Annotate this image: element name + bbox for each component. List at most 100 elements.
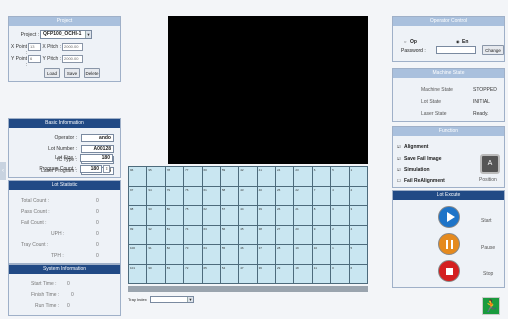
tray-cell[interactable]: 3 [348, 205, 368, 226]
tray-cell[interactable]: 29 [274, 263, 295, 284]
tray-cell[interactable]: 25 [274, 185, 295, 206]
program-count-stepper[interactable]: ⇕ [103, 165, 110, 173]
tray-cell[interactable]: 23 [293, 166, 313, 187]
pause-button[interactable] [438, 233, 460, 255]
tray-scrollbar[interactable] [128, 286, 368, 292]
tray-cell[interactable]: 3 [330, 205, 350, 226]
tray-cell[interactable]: 20 [293, 224, 313, 245]
tray-cell[interactable]: 8 [311, 205, 332, 226]
tray-cell[interactable]: 80 [164, 205, 185, 226]
tray-cell[interactable]: 22 [293, 185, 313, 206]
tray-cell[interactable]: 9 [311, 224, 332, 245]
change-button[interactable]: Change [482, 45, 504, 55]
tray-cell[interactable]: 44 [238, 205, 258, 226]
tray-cell[interactable]: 75 [183, 205, 203, 226]
tray-cell[interactable]: 99 [127, 224, 148, 245]
tray-cell[interactable]: 64 [201, 244, 221, 265]
tray-cell[interactable]: 6 [348, 263, 368, 284]
tray-cell[interactable]: 94 [146, 185, 166, 206]
tray-cell[interactable]: 38 [256, 224, 277, 245]
tray-cell[interactable]: 97 [127, 185, 148, 206]
tray-cell[interactable]: 28 [274, 244, 295, 265]
chevron-down-icon[interactable]: ▼ [85, 31, 91, 38]
tray-cell[interactable]: 59 [219, 166, 240, 187]
tray-cell[interactable]: 40 [256, 185, 277, 206]
tray-cell[interactable]: 6 [311, 166, 332, 187]
alignment-checkbox[interactable]: ☑ [397, 144, 401, 149]
tray-cell[interactable]: 18 [293, 263, 313, 284]
tray-cell[interactable]: 61 [201, 185, 221, 206]
tray-cell[interactable]: 56 [219, 224, 240, 245]
tray-cell[interactable]: 93 [146, 205, 166, 226]
tray-cell[interactable]: 4 [348, 224, 368, 245]
password-input[interactable] [436, 46, 476, 54]
operator-field[interactable]: ando [81, 134, 114, 142]
tray-cell[interactable]: 5 [330, 166, 350, 187]
tray-cell[interactable]: 82 [164, 244, 185, 265]
tray-cell[interactable]: 81 [164, 224, 185, 245]
tray-index-select[interactable]: ▼ [150, 296, 194, 303]
tray-cell[interactable]: 39 [256, 205, 277, 226]
tray-cell[interactable]: 42 [238, 166, 258, 187]
collapse-arrow-icon[interactable]: ‹ [0, 162, 6, 180]
tray-cell[interactable]: 96 [127, 166, 148, 187]
tray-cell[interactable]: 21 [293, 205, 313, 226]
tray-cell[interactable]: 2 [348, 185, 368, 206]
tray-cell[interactable]: 36 [256, 263, 277, 284]
save-button[interactable]: Save [64, 68, 80, 78]
tray-cell[interactable]: 100 [127, 244, 148, 265]
tray-cell[interactable]: 73 [183, 244, 203, 265]
load-button[interactable]: Load [44, 68, 60, 78]
position-button[interactable]: A [480, 154, 500, 174]
tray-cell[interactable]: 5 [348, 244, 368, 265]
tray-cell[interactable]: 27 [274, 224, 295, 245]
exit-button[interactable]: 🏃 [482, 297, 500, 315]
tray-cell[interactable]: 79 [164, 185, 185, 206]
op-radio[interactable]: ○ [404, 39, 406, 44]
tray-cell[interactable]: 77 [183, 166, 203, 187]
tray-cell[interactable]: 101 [127, 263, 148, 284]
tray-cell[interactable]: 98 [127, 205, 148, 226]
stop-button[interactable] [438, 260, 460, 282]
tray-cell[interactable]: 72 [183, 263, 203, 284]
tray-cell[interactable]: 62 [201, 205, 221, 226]
tray-cell[interactable]: 7 [311, 185, 332, 206]
tray-cell[interactable]: 41 [256, 166, 277, 187]
start-button[interactable] [438, 206, 460, 228]
tray-cell[interactable]: 19 [293, 244, 313, 265]
tray-cell[interactable]: 1 [348, 166, 368, 187]
tray-cell[interactable]: 0 [330, 263, 350, 284]
tray-cell[interactable]: 83 [164, 263, 185, 284]
lot-size-field[interactable]: 180 [80, 154, 113, 162]
tray-cell[interactable]: 43 [238, 185, 258, 206]
tray-cell[interactable]: 11 [311, 263, 332, 284]
tray-cell[interactable]: 78 [164, 166, 185, 187]
tray-cell[interactable]: 37 [256, 244, 277, 265]
tray-cell[interactable]: 60 [201, 166, 221, 187]
lot-number-field[interactable]: A00128 [81, 145, 114, 153]
tray-cell[interactable]: 26 [274, 205, 295, 226]
delete-button[interactable]: Delete [84, 68, 100, 78]
simulation-checkbox[interactable]: ☑ [397, 167, 401, 172]
tray-cell[interactable]: 24 [274, 166, 295, 187]
tray-cell[interactable]: 63 [201, 224, 221, 245]
program-count-field[interactable]: 180 [80, 165, 102, 173]
tray-cell[interactable]: 10 [311, 244, 332, 265]
tray-cell[interactable]: 92 [146, 224, 166, 245]
tray-cell[interactable]: 55 [219, 244, 240, 265]
tray-cell[interactable]: 2 [330, 224, 350, 245]
xpitch-stepper[interactable]: 2000.00 [62, 43, 83, 51]
save-fail-image-checkbox[interactable]: ☑ [397, 156, 401, 161]
tray-cell[interactable]: 47 [238, 263, 258, 284]
tray-cell[interactable]: 74 [183, 224, 203, 245]
ypitch-stepper[interactable]: 2000.00 [62, 55, 83, 63]
tray-cell[interactable]: 91 [146, 244, 166, 265]
tray-cell[interactable]: 46 [238, 244, 258, 265]
tray-cell[interactable]: 54 [219, 263, 240, 284]
project-select[interactable]: QFP100_OCHI-1 ▼ [40, 30, 92, 39]
tray-cell[interactable]: 76 [183, 185, 203, 206]
tray-cell[interactable]: 90 [146, 263, 166, 284]
tray-cell[interactable]: 95 [146, 166, 166, 187]
tray-cell[interactable]: 1 [330, 244, 350, 265]
tray-cell[interactable]: 65 [201, 263, 221, 284]
